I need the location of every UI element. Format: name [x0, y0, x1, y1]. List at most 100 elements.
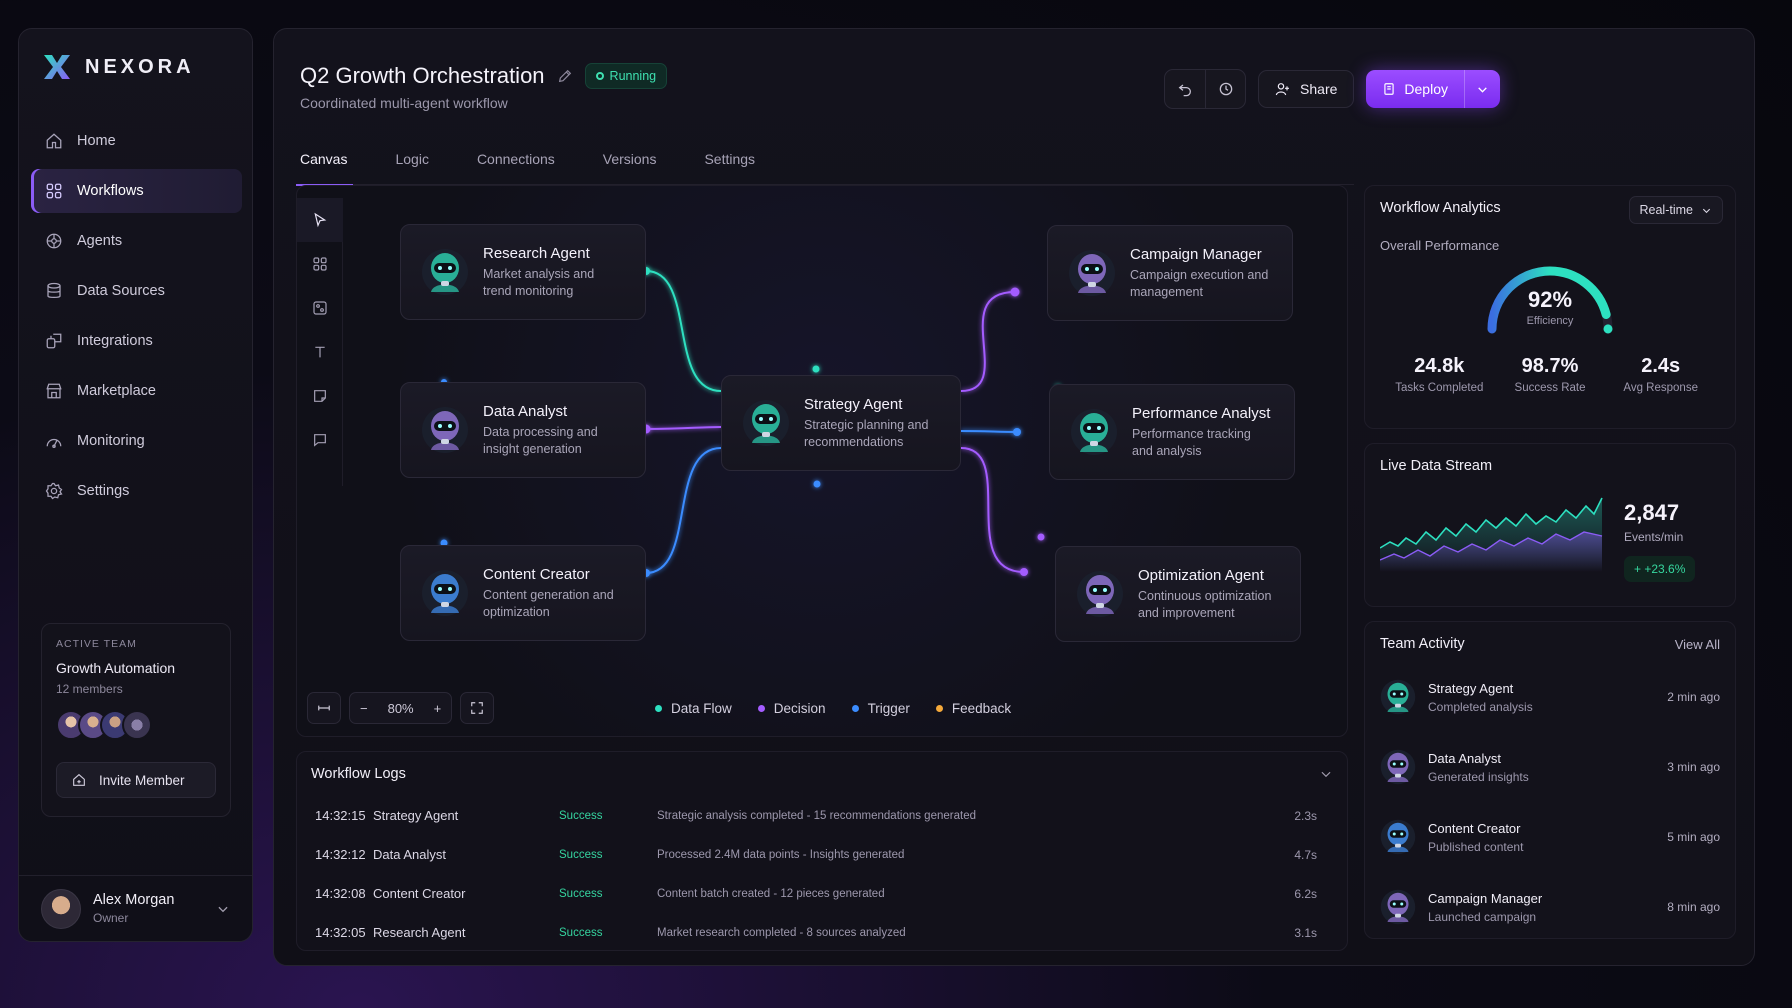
robot-avatar-icon: [1380, 679, 1416, 715]
tab-canvas[interactable]: Canvas: [295, 143, 354, 186]
undo-button[interactable]: [1165, 70, 1205, 108]
tab-settings[interactable]: Settings: [702, 143, 757, 185]
text-tool-button[interactable]: [297, 330, 343, 374]
log-agent: Content Creator: [373, 886, 466, 901]
connector-dot: [813, 480, 821, 488]
clock-icon: [1219, 82, 1232, 96]
tab-versions[interactable]: Versions: [601, 143, 659, 185]
agent-node-research[interactable]: Research Agent Market analysis and trend …: [400, 224, 646, 320]
header-actions: Share Deploy: [1164, 69, 1500, 109]
zoom-out-button[interactable]: −: [350, 693, 378, 723]
log-message: Strategic analysis completed - 15 recomm…: [657, 809, 976, 822]
sidebar-item-integrations[interactable]: Integrations: [31, 319, 242, 363]
note-icon: [314, 390, 326, 402]
sidebar-item-label: Integrations: [77, 333, 153, 349]
agent-node-performance-analyst[interactable]: Performance Analyst Performance tracking …: [1049, 384, 1295, 480]
workflow-analytics-panel: Workflow Analytics Real-time Overall Per…: [1364, 185, 1736, 429]
sidebar-item-label: Settings: [77, 483, 130, 499]
cursor-icon: [314, 212, 327, 228]
tab-connections[interactable]: Connections: [475, 143, 557, 185]
list-item[interactable]: Strategy Agent Completed analysis 2 min a…: [1380, 662, 1720, 732]
agent-node-campaign-manager[interactable]: Campaign Manager Campaign execution and m…: [1047, 225, 1293, 321]
undo-icon: [1178, 84, 1192, 97]
connection-line: [960, 447, 1025, 573]
deploy-label: Deploy: [1404, 81, 1448, 97]
pencil-icon[interactable]: [557, 68, 573, 84]
comment-icon: [314, 434, 326, 447]
table-row[interactable]: 14:32:15 Strategy Agent Success Strategi…: [297, 796, 1347, 835]
legend-label: Decision: [773, 701, 826, 716]
stream-metrics: 2,847 Events/min + +23.6%: [1624, 500, 1696, 582]
team-eyebrow: ACTIVE TEAM: [56, 638, 137, 650]
brand-logo[interactable]: NEXORA: [41, 51, 195, 83]
agent-name: Content Creator: [483, 565, 590, 583]
connection-line: [645, 270, 722, 392]
avatar[interactable]: [122, 710, 152, 740]
sidebar-item-label: Agents: [77, 233, 123, 249]
agent-node-optimization[interactable]: Optimization Agent Continuous optimizatio…: [1055, 546, 1301, 642]
list-item[interactable]: Campaign Manager Launched campaign 8 min …: [1380, 872, 1720, 942]
sidebar-item-settings[interactable]: Settings: [31, 469, 242, 513]
connection-line: [960, 291, 1016, 392]
note-tool-button[interactable]: [297, 374, 343, 418]
chevron-down-icon[interactable]: [1319, 767, 1333, 781]
current-user[interactable]: Alex Morgan Owner: [19, 875, 252, 941]
activity-action: Completed analysis: [1428, 699, 1533, 714]
select-tool-button[interactable]: [297, 198, 343, 242]
history-button[interactable]: [1205, 70, 1245, 108]
deploy-button[interactable]: Deploy: [1366, 70, 1464, 108]
legend-label: Feedback: [951, 701, 1012, 716]
zoom-in-button[interactable]: +: [424, 693, 452, 723]
stat-label: Tasks Completed: [1395, 382, 1484, 394]
log-status: Success: [559, 809, 603, 822]
comment-tool-button[interactable]: [297, 418, 343, 462]
agent-description: Data processing and insight generation: [483, 424, 598, 456]
stream-sparkline: [1380, 497, 1603, 572]
agent-name: Data Analyst: [483, 402, 568, 420]
robot-avatar-icon: [1380, 819, 1416, 855]
share-button[interactable]: Share: [1258, 70, 1355, 108]
robot-avatar-icon: [1076, 570, 1124, 618]
fullscreen-icon: [471, 702, 484, 714]
list-item[interactable]: Data Analyst Generated insights 3 min ago: [1380, 732, 1720, 802]
connector-dot: [1020, 568, 1028, 576]
tab-logic[interactable]: Logic: [393, 143, 430, 185]
stat-tasks-completed: 24.8k Tasks Completed: [1384, 355, 1495, 394]
sidebar-item-marketplace[interactable]: Marketplace: [31, 369, 242, 413]
invite-member-label: Invite Member: [99, 772, 185, 788]
activity-time: 8 min ago: [1667, 900, 1720, 914]
robot-avatar-icon: [1068, 249, 1116, 297]
sidebar-item-monitoring[interactable]: Monitoring: [31, 419, 242, 463]
sidebar-item-home[interactable]: Home: [31, 119, 242, 163]
sidebar-item-label: Workflows: [77, 183, 144, 199]
deploy-options-button[interactable]: [1464, 70, 1500, 108]
time-range-select[interactable]: Real-time: [1628, 196, 1723, 224]
sidebar-item-agents[interactable]: Agents: [31, 219, 242, 263]
nodes-tool-button[interactable]: [297, 242, 343, 286]
activity-agent: Content Creator: [1428, 820, 1521, 836]
gear-icon: [45, 482, 63, 500]
sidebar-item-data-sources[interactable]: Data Sources: [31, 269, 242, 313]
agent-node-strategy[interactable]: Strategy Agent Strategic planning and rec…: [721, 375, 961, 471]
table-row[interactable]: 14:32:08 Content Creator Success Content…: [297, 874, 1347, 913]
agent-description: Performance tracking and analysis: [1132, 426, 1251, 458]
efficiency-gauge: 92% Efficiency: [1480, 257, 1620, 337]
agent-node-data-analyst[interactable]: Data Analyst Data processing and insight …: [400, 382, 646, 478]
list-item[interactable]: Content Creator Published content 5 min a…: [1380, 802, 1720, 872]
page-subtitle: Coordinated multi-agent workflow: [300, 95, 508, 111]
invite-member-button[interactable]: Invite Member: [56, 762, 216, 798]
table-row[interactable]: 14:32:05 Research Agent Success Market r…: [297, 913, 1347, 952]
sidebar-item-workflows[interactable]: Workflows: [31, 169, 242, 213]
logs-header[interactable]: Workflow Logs: [297, 752, 1347, 796]
components-tool-button[interactable]: [297, 286, 343, 330]
fit-width-button[interactable]: [307, 692, 341, 724]
workflow-canvas[interactable]: Research Agent Market analysis and trend …: [296, 185, 1348, 737]
user-plus-icon: [73, 773, 85, 786]
agent-node-content-creator[interactable]: Content Creator Content generation and op…: [400, 545, 646, 641]
table-row[interactable]: 14:32:12 Data Analyst Success Processed …: [297, 835, 1347, 874]
chevron-down-icon[interactable]: [216, 902, 230, 916]
stat-value: 98.7%: [1521, 355, 1579, 377]
fullscreen-button[interactable]: [460, 692, 495, 724]
agent-name: Campaign Manager: [1130, 245, 1262, 263]
view-all-link[interactable]: View All: [1675, 637, 1720, 652]
